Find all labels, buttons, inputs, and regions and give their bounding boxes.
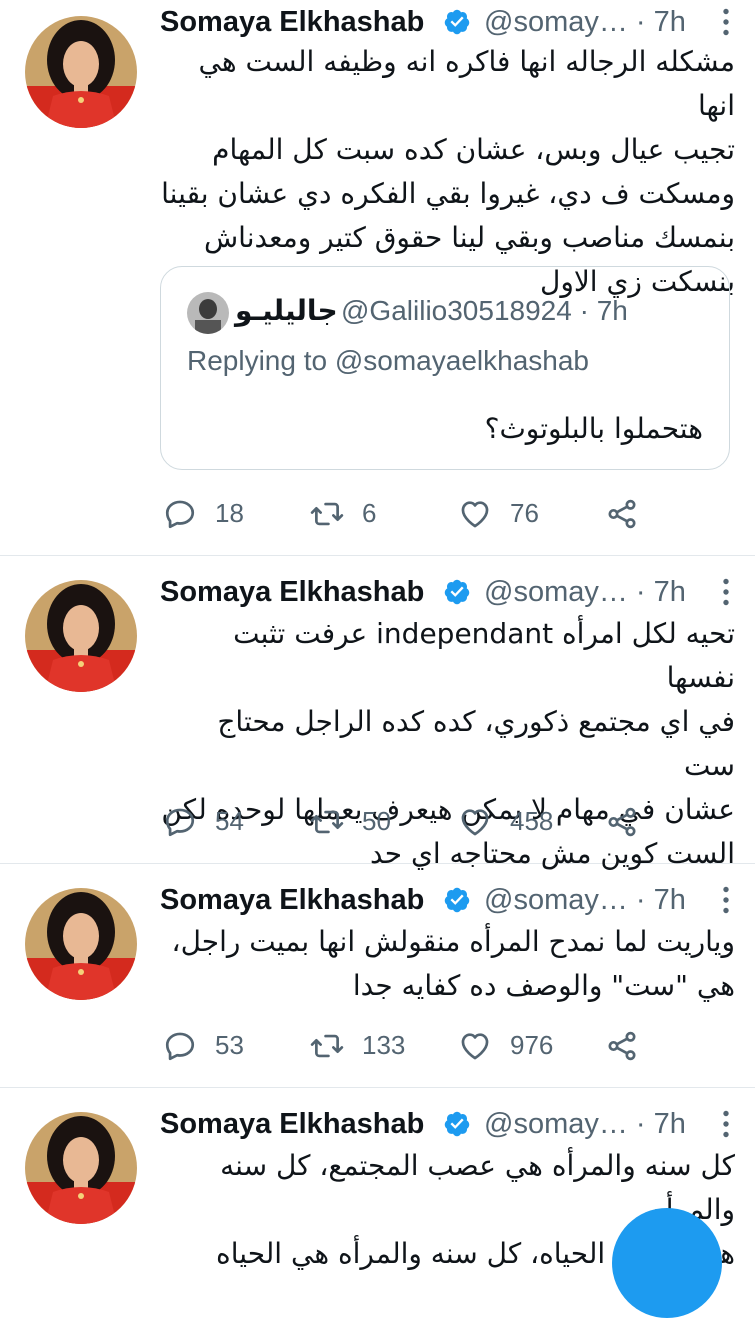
like-count: 76 xyxy=(510,498,539,528)
reply-icon xyxy=(163,497,197,531)
reply-icon xyxy=(163,805,197,839)
avatar[interactable] xyxy=(25,16,137,128)
reply-count: 18 xyxy=(215,498,244,528)
reply-count: 54 xyxy=(215,806,244,836)
author-name[interactable]: Somaya Elkhashab xyxy=(160,572,424,612)
heart-icon xyxy=(458,1029,492,1063)
avatar[interactable] xyxy=(25,888,137,1000)
tweet-text: مشكله الرجاله انها فاكره انه وظيفه الست … xyxy=(161,45,735,298)
retweet-icon xyxy=(310,497,344,531)
retweet-count: 133 xyxy=(362,1030,406,1060)
verified-badge-icon xyxy=(443,578,471,606)
tweet-actions: 53 133 976 xyxy=(160,1023,660,1067)
reply-count: 53 xyxy=(215,1030,244,1060)
share-icon[interactable] xyxy=(605,1029,639,1063)
heart-icon xyxy=(458,805,492,839)
more-options-icon[interactable] xyxy=(708,882,744,918)
tweet-header: Somaya Elkhashab @somay… · 7h xyxy=(160,880,750,920)
like-count: 976 xyxy=(510,1030,554,1060)
more-options-icon[interactable] xyxy=(708,574,744,610)
more-options-icon[interactable] xyxy=(708,4,744,40)
retweet-count: 6 xyxy=(362,498,377,528)
retweet-count: 50 xyxy=(362,806,391,836)
tweet-header: Somaya Elkhashab @somay… · 7h xyxy=(160,572,750,612)
tweet-header: Somaya Elkhashab @somay… · 7h xyxy=(160,1104,750,1144)
quoted-author-name: جاليليـو xyxy=(235,294,338,327)
author-handle-time[interactable]: @somay… · 7h xyxy=(484,1104,686,1144)
verified-badge-icon xyxy=(443,8,471,36)
share-icon[interactable] xyxy=(605,805,639,839)
avatar[interactable] xyxy=(25,1112,137,1224)
verified-badge-icon xyxy=(443,1110,471,1138)
tweet-actions: 18 6 76 xyxy=(160,491,660,535)
reply-icon xyxy=(163,1029,197,1063)
heart-icon xyxy=(458,497,492,531)
retweet-icon xyxy=(310,1029,344,1063)
avatar[interactable] xyxy=(25,580,137,692)
author-name[interactable]: Somaya Elkhashab xyxy=(160,1104,424,1144)
share-icon[interactable] xyxy=(605,497,639,531)
compose-tweet-button[interactable] xyxy=(612,1208,722,1318)
verified-badge-icon xyxy=(443,886,471,914)
quoted-author-handle: @Galilio30518924 · 7h xyxy=(341,295,628,326)
author-handle-time[interactable]: @somay… · 7h xyxy=(484,880,686,920)
author-name[interactable]: Somaya Elkhashab xyxy=(160,2,424,42)
tweet-actions: 54 50 458 xyxy=(160,799,660,843)
author-handle-time[interactable]: @somay… · 7h xyxy=(484,2,686,42)
tweet[interactable]: Somaya Elkhashab @somay… · 7h مشكله الرج… xyxy=(0,0,755,556)
quoted-avatar xyxy=(187,292,229,334)
tweet-text: وياريت لما نمدح المرأه منقولش انها بميت … xyxy=(171,925,735,1002)
more-options-icon[interactable] xyxy=(708,1106,744,1142)
author-handle-time[interactable]: @somay… · 7h xyxy=(484,572,686,612)
retweet-icon xyxy=(310,805,344,839)
tweet[interactable]: Somaya Elkhashab @somay… · 7h وياريت لما… xyxy=(0,864,755,1088)
tweet[interactable]: Somaya Elkhashab @somay… · 7h تحيه لكل ا… xyxy=(0,556,755,870)
quoted-tweet[interactable]: جاليليـو @Galilio30518924 · 7h Replying … xyxy=(160,266,730,470)
quoted-tweet-text: هتحملوا بالبلوتوث؟ xyxy=(484,412,703,445)
author-name[interactable]: Somaya Elkhashab xyxy=(160,880,424,920)
replying-to: Replying to @somayaelkhashab xyxy=(187,345,589,376)
like-count: 458 xyxy=(510,806,554,836)
tweet-header: Somaya Elkhashab @somay… · 7h xyxy=(160,2,750,42)
